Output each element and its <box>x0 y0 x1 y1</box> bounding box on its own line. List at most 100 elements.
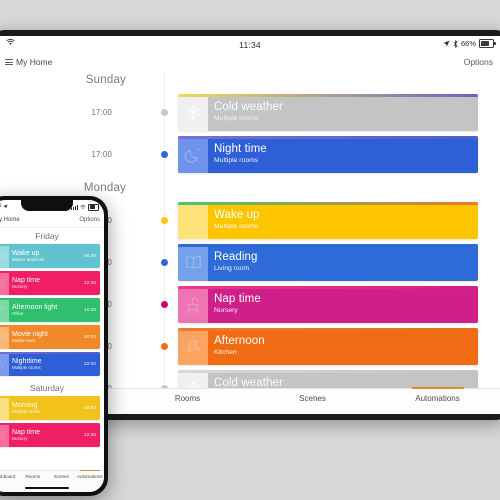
card-subtitle: Master Bedroom <box>12 257 45 263</box>
card-accent-strip <box>178 136 478 139</box>
card-accent-strip <box>0 244 100 246</box>
automation-card[interactable]: Afternoon Kitchen <box>178 328 478 365</box>
day-label: Monday <box>83 182 126 194</box>
iphone-automation-card[interactable]: Morning Multiple rooms 08:00 <box>0 396 100 420</box>
tab-automations[interactable]: Automations <box>375 387 500 403</box>
card-accent-strip <box>178 202 478 205</box>
timeline-dot[interactable] <box>159 215 170 226</box>
stroller-icon <box>0 431 5 440</box>
iphone-tab-bar[interactable]: DashboardRoomsScenesAutomations <box>0 470 104 492</box>
iphone-notch <box>21 200 73 211</box>
card-text: Reading Living room <box>208 244 478 281</box>
card-time: 15:00 <box>83 307 96 313</box>
card-icon <box>0 423 9 447</box>
card-subtitle: Kitchen <box>214 349 237 357</box>
card-accent-strip <box>0 298 100 300</box>
hamburger-menu-icon[interactable] <box>5 59 13 65</box>
nav-left-group[interactable]: My Home <box>5 57 52 67</box>
card-title: Morning <box>12 401 38 409</box>
iphone-automation-card[interactable]: Nighttime Multiple rooms 22:00 <box>0 352 100 376</box>
card-title: Wake up <box>12 249 40 257</box>
sun-icon <box>0 251 6 261</box>
automation-card[interactable]: Nap time Nursery <box>178 286 478 323</box>
timeline-dot[interactable] <box>159 107 170 118</box>
leaf-icon <box>186 340 200 352</box>
card-text: Wake up Multiple rooms <box>208 202 478 239</box>
card-text: Morning Multiple rooms <box>9 402 84 415</box>
stroller-icon <box>186 297 199 313</box>
card-subtitle: Multiple rooms <box>214 223 259 231</box>
automation-card[interactable]: Cold weatherMultiple rooms <box>178 94 478 131</box>
iphone-automation-card[interactable]: Nap time Nursery 12:20 <box>0 271 100 295</box>
card-text: Nighttime Multiple rooms <box>9 358 84 371</box>
card-title: Afternoon light <box>12 303 58 311</box>
iphone-home-title: My Home <box>0 216 20 223</box>
card-accent-strip <box>178 244 478 247</box>
iphone-automation-card[interactable]: Movie night Media room 20:00 <box>0 325 100 349</box>
tab-scenes[interactable]: Scenes <box>250 394 375 403</box>
card-icon <box>0 271 9 295</box>
tab-selected-underline <box>79 470 100 471</box>
card-icon <box>0 298 9 322</box>
card-subtitle: Living room <box>214 265 250 273</box>
card-accent-strip <box>0 325 100 327</box>
card-title: Nighttime <box>12 357 42 365</box>
card-accent-strip <box>0 352 100 354</box>
iphone-automation-card[interactable]: Wake up Master Bedroom 06:30 <box>0 244 100 268</box>
iphone-tab-scenes[interactable]: Scenes <box>47 474 76 479</box>
tab-selected-underline <box>411 387 464 389</box>
options-button[interactable]: Options <box>464 57 493 67</box>
iphone-status-right <box>71 203 99 211</box>
card-subtitle: Multiple rooms <box>12 409 41 415</box>
automation-card[interactable]: Night time Multiple rooms <box>178 136 478 173</box>
ipad-status-bar: 11:34 66% <box>0 36 500 53</box>
card-subtitle: Nursery <box>214 307 238 315</box>
timeline-dot[interactable] <box>159 341 170 352</box>
card-accent-strip <box>0 271 100 273</box>
iphone-tab-automations[interactable]: Automations <box>76 470 105 479</box>
iphone-status-left: 13 <box>0 203 8 209</box>
card-accent-strip <box>178 370 478 373</box>
timeline-row[interactable]: 17:00 Cold weatherMultiple rooms <box>0 94 500 131</box>
card-icon <box>178 136 208 173</box>
card-icon <box>178 286 208 323</box>
location-arrow-icon <box>3 203 8 209</box>
iphone-automation-card[interactable]: Afternoon light Office 15:00 <box>0 298 100 322</box>
stroller-icon <box>0 279 5 288</box>
timeline-dot[interactable] <box>159 257 170 268</box>
card-accent-strip <box>0 423 100 425</box>
card-time: 06:30 <box>83 253 96 259</box>
iphone-automations-list[interactable]: Friday Wake up Master Bedroom 06:30 Nap time… <box>0 227 104 470</box>
timeline-row[interactable]: 17:00 Night time Multiple rooms <box>0 136 500 173</box>
timeline-dot[interactable] <box>159 149 170 160</box>
timeline-dot[interactable] <box>159 299 170 310</box>
ipad-nav-bar: My Home Options <box>0 53 500 73</box>
lamp-icon <box>0 306 5 314</box>
ipad-clock: 11:34 <box>239 40 261 50</box>
card-time: 22:00 <box>83 361 96 367</box>
iphone-options-button[interactable]: Options <box>79 217 100 223</box>
card-subtitle: Multiple rooms <box>214 115 259 123</box>
card-subtitle: Nursery <box>12 284 28 290</box>
iphone-tab-rooms[interactable]: Rooms <box>19 474 48 479</box>
card-accent-strip <box>178 286 478 289</box>
iphone-day-label: Saturday <box>29 383 65 393</box>
card-accent-strip <box>178 94 478 97</box>
card-icon <box>178 328 208 365</box>
card-text: Afternoon light Office <box>9 304 84 317</box>
iphone-automation-card[interactable]: Nap time Nursery 12:20 <box>0 423 100 447</box>
automation-card[interactable]: Cold weatherMultiple rooms <box>178 370 478 388</box>
card-icon <box>178 244 208 281</box>
tab-rooms[interactable]: Rooms <box>125 394 250 403</box>
card-icon <box>0 396 9 420</box>
day-label: Sunday <box>85 74 126 86</box>
iphone-tab-dashboard[interactable]: Dashboard <box>0 474 19 479</box>
automation-card[interactable]: Wake up Multiple rooms <box>178 202 478 239</box>
open-book-icon <box>185 256 201 269</box>
card-title: Wake up <box>214 209 260 222</box>
iphone-clock: 13 <box>0 203 1 209</box>
card-text: Nap time Nursery <box>9 429 84 442</box>
card-text: Wake up Master Bedroom <box>9 250 84 263</box>
automation-card[interactable]: Reading Living room <box>178 244 478 281</box>
card-icon <box>178 94 208 131</box>
